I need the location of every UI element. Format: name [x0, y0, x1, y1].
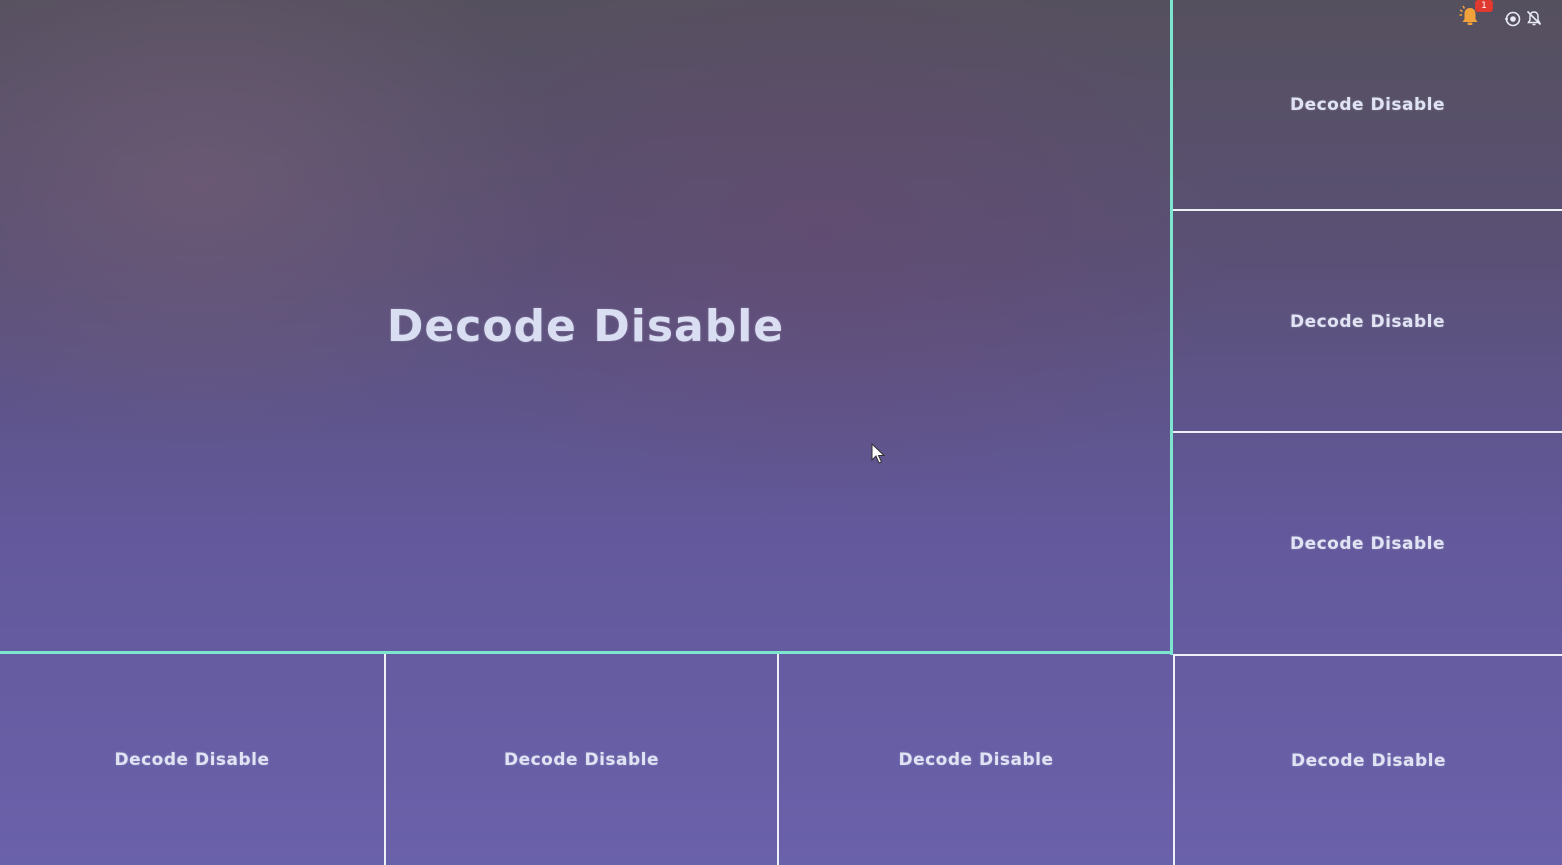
channel-status-label: Decode Disable: [114, 750, 270, 770]
grid-divider: [1173, 654, 1175, 865]
grid-divider: [384, 654, 386, 865]
mute-bell-icon[interactable]: [1525, 9, 1543, 27]
channel-status-label: Decode Disable: [1289, 311, 1446, 332]
channel-tile-right-3[interactable]: Decode Disable: [1173, 433, 1562, 654]
channel-tile-bottom-2[interactable]: Decode Disable: [386, 655, 777, 865]
grid-divider: [1173, 654, 1562, 656]
recording-icon[interactable]: [1504, 10, 1522, 28]
selected-tile-border-bottom: [0, 651, 1173, 654]
channel-tile-right-4[interactable]: Decode Disable: [1175, 656, 1562, 865]
channel-status-label: Decode Disable: [1289, 533, 1446, 554]
channel-status-label: Decode Disable: [898, 750, 1054, 770]
channel-status-label: Decode Disable: [386, 300, 785, 352]
live-view-screen: Decode Disable Decode Disable Decode Dis…: [0, 0, 1562, 865]
selected-tile-border-right: [1170, 0, 1173, 655]
channel-tile-bottom-3[interactable]: Decode Disable: [779, 655, 1173, 865]
channel-status-label: Decode Disable: [1290, 750, 1447, 771]
status-icons: 1: [1452, 0, 1562, 34]
channel-tile-main[interactable]: Decode Disable: [0, 0, 1171, 652]
alarm-count-badge: 1: [1475, 0, 1493, 12]
channel-status-label: Decode Disable: [1289, 95, 1446, 115]
mouse-cursor-icon: [871, 443, 885, 464]
channel-status-label: Decode Disable: [503, 750, 660, 770]
grid-divider: [777, 654, 779, 865]
grid-divider: [1173, 209, 1562, 211]
channel-tile-right-2[interactable]: Decode Disable: [1173, 211, 1562, 432]
channel-tile-bottom-1[interactable]: Decode Disable: [0, 655, 384, 865]
grid-divider: [1173, 431, 1562, 433]
